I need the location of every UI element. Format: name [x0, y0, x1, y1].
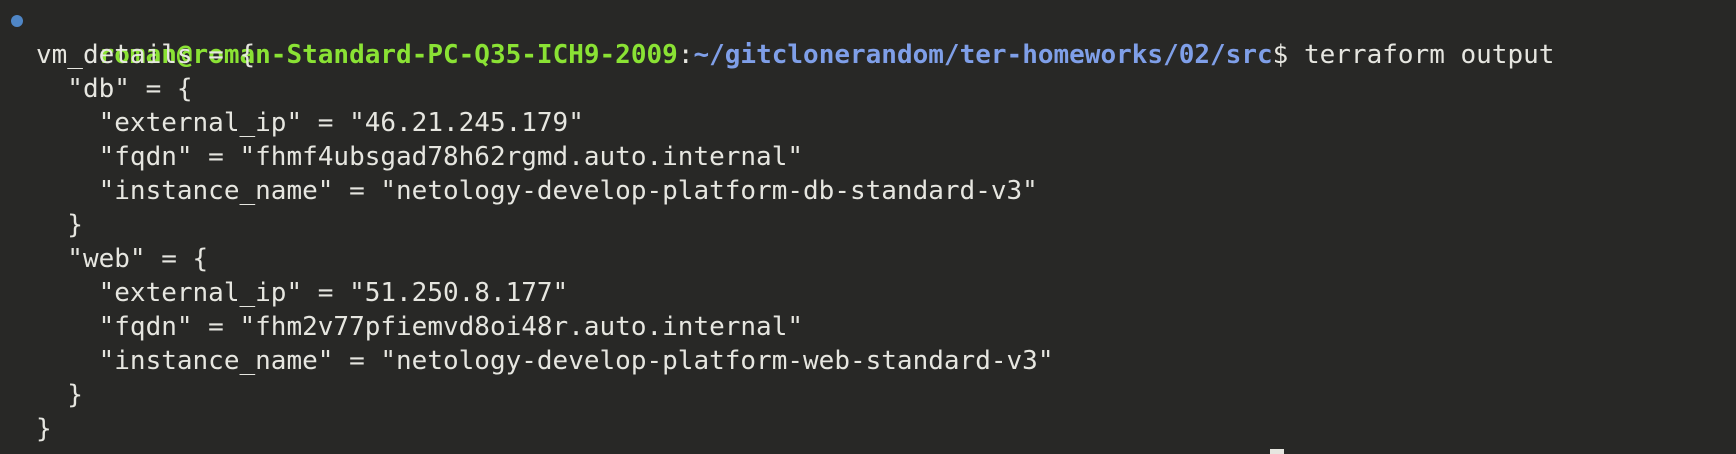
- output-line: "external_ip" = "46.21.245.179": [36, 108, 584, 138]
- output-line: }: [36, 380, 83, 410]
- output-line: "web" = {: [36, 244, 209, 274]
- prompt-line: roman@roman-Standard-PC-Q35-ICH9-2009:~/…: [0, 4, 1736, 70]
- output-line: "instance_name" = "netology-develop-plat…: [36, 176, 1038, 206]
- output-line: }: [36, 210, 83, 240]
- output-line: "fqdn" = "fhm2v77pfiemvd8oi48r.auto.inte…: [36, 312, 804, 342]
- output-line: vm_details = {: [36, 40, 256, 70]
- prompt-status-dot-icon: [11, 15, 23, 27]
- output-line: "instance_name" = "netology-develop-plat…: [36, 346, 1054, 376]
- terminal-window[interactable]: roman@roman-Standard-PC-Q35-ICH9-2009:~/…: [0, 0, 1736, 454]
- terminal-cursor: [1270, 449, 1284, 454]
- output-line: "external_ip" = "51.250.8.177": [36, 278, 569, 308]
- output-line: "fqdn" = "fhmf4ubsgad78h62rgmd.auto.inte…: [36, 142, 804, 172]
- output-line: "db" = {: [36, 74, 193, 104]
- output-line: }: [36, 414, 52, 444]
